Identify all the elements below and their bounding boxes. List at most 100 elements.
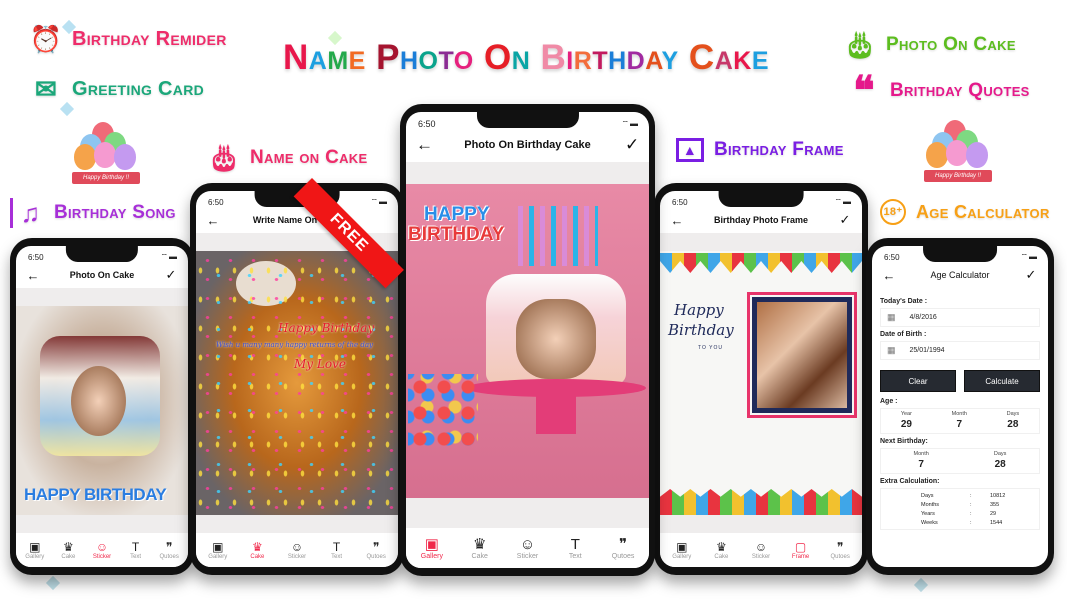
phone-notch: [65, 246, 139, 262]
feature-birthday-quotes: ❝ Brithday Quotes: [848, 69, 1030, 113]
tab-text[interactable]: T Text: [563, 537, 587, 560]
age-label: Age :: [880, 398, 898, 405]
sticker-icon: ☺: [95, 539, 109, 554]
extra-separator: :: [970, 519, 972, 526]
tab-gallery[interactable]: ▣ Gallery: [670, 541, 694, 560]
tab-qutoes[interactable]: ❞ Qutoes: [157, 541, 181, 560]
check-icon[interactable]: ✓: [1024, 267, 1038, 283]
tab-sticker[interactable]: ☺ Sticker: [285, 541, 309, 560]
extra-calculation-label: Extra Calculation:: [880, 478, 940, 485]
bottom-toolbar: ▣ Gallery ♛ Cake ☺ Sticker ▢ Frame ❞ Qutoes: [660, 533, 862, 567]
gallery-icon: ▣: [676, 539, 688, 554]
balloon-badge: Happy Birthday !!: [66, 118, 146, 188]
check-icon[interactable]: ✓: [164, 267, 178, 283]
screen-title: Photo On Cake: [69, 270, 135, 280]
dob-field[interactable]: ▦ 25/01/1994: [880, 341, 1040, 360]
promo-banner: Name Photo On Birthday Cake ⏰ Birthday R…: [0, 0, 1067, 600]
dob-label: Date of Birth :: [880, 331, 927, 338]
tab-label: Sticker: [516, 552, 539, 560]
phone-photo-on-cake: 6:50 ⌔▬ ← Photo On Cake ✓ HAPPY BIRTHDAY …: [10, 238, 194, 575]
canvas-text: HAPPY BIRTHDAY: [24, 485, 167, 504]
feature-age-calculator: 18⁺ Age Calculator: [880, 199, 1050, 225]
todays-date-field[interactable]: ▦ 4/8/2016: [880, 308, 1040, 327]
title-word: Cake: [688, 38, 769, 77]
frame-text: Birthday: [668, 321, 734, 339]
decor-diamond: [59, 101, 75, 117]
extra-value: 10812: [990, 492, 1006, 499]
feature-greeting-card: ✉ Greeting Card: [30, 74, 204, 104]
tab-label: Cake: [714, 553, 729, 560]
extra-separator: :: [970, 510, 972, 517]
tab-sticker[interactable]: ☺ Sticker: [90, 541, 114, 560]
extra-calculation-row: Weeks: 1544: [881, 518, 1039, 527]
tab-sticker[interactable]: ☺ Sticker: [515, 537, 539, 560]
check-icon[interactable]: ✓: [838, 212, 852, 228]
next-month-label: Month: [913, 451, 929, 457]
extra-key: Weeks: [921, 519, 938, 526]
tab-label: Sticker: [287, 553, 307, 560]
clear-button[interactable]: Clear: [880, 370, 956, 392]
cake-text-line: Happy Birthday: [278, 321, 375, 335]
sticker-icon: ☺: [519, 535, 536, 553]
back-arrow-icon[interactable]: ←: [206, 213, 220, 228]
tab-label: Sticker: [92, 553, 112, 560]
tab-cake[interactable]: ♛ Cake: [709, 541, 733, 560]
tab-qutoes[interactable]: ❞ Qutoes: [611, 537, 635, 560]
tab-label: Text: [130, 553, 142, 560]
frame-icon: ▢: [794, 539, 807, 554]
phone-notch: [476, 112, 579, 128]
cake-text-line: My Love: [294, 357, 346, 371]
extra-calculation-table: Days: 10812 Months: 355 Years: 29 Weeks: 1544: [880, 488, 1040, 530]
tab-cake[interactable]: ♛ Cake: [468, 537, 492, 560]
tab-text[interactable]: T Text: [325, 541, 349, 560]
tab-sticker[interactable]: ☺ Sticker: [749, 541, 773, 560]
cake-icon: ♛: [716, 539, 727, 554]
tab-label: Cake: [250, 553, 265, 560]
editor-canvas[interactable]: HAPPY BIRTHDAY: [16, 288, 188, 533]
page-title: Name Photo On Birthday Cake: [283, 38, 769, 78]
title-word: On: [483, 38, 531, 77]
tab-gallery[interactable]: ▣ Gallery: [420, 537, 444, 560]
age-18-plus-icon: 18⁺: [880, 199, 906, 225]
tab-qutoes[interactable]: ❞ Qutoes: [364, 541, 388, 560]
tab-gallery[interactable]: ▣ Gallery: [206, 541, 230, 560]
tab-cake[interactable]: ♛ Cake: [56, 541, 80, 560]
check-icon[interactable]: ✓: [625, 135, 639, 155]
back-arrow-icon[interactable]: ←: [416, 135, 433, 155]
phone-notch: [923, 246, 997, 262]
tab-label: Text: [568, 552, 582, 560]
tab-label: Qutoes: [611, 552, 635, 560]
qutoes-icon: ❞: [165, 539, 173, 554]
tab-text[interactable]: T Text: [124, 541, 148, 560]
editor-canvas[interactable]: Happy Birthday Wish u many many happy re…: [196, 233, 398, 533]
age-result: Year 29 Month 7 Days 28: [880, 408, 1040, 434]
extra-calculation-row: Months: 355: [881, 500, 1039, 509]
qutoes-icon: ❞: [372, 539, 380, 554]
feature-label: Greeting Card: [72, 77, 205, 100]
cake-icon: ♛: [472, 535, 487, 553]
canvas-text: BIRTHDAY: [408, 224, 505, 245]
quote-icon: ❝: [853, 69, 875, 113]
tab-gallery[interactable]: ▣ Gallery: [23, 541, 47, 560]
next-month-value: 7: [918, 459, 924, 470]
tab-cake[interactable]: ♛ Cake: [245, 541, 269, 560]
tab-label: Gallery: [672, 553, 692, 560]
tab-label: Text: [331, 553, 343, 560]
editor-canvas[interactable]: Happy Birthday TO YOU: [660, 233, 862, 533]
greeting-card-icon: ✉: [34, 74, 58, 104]
title-word: Photo: [376, 38, 474, 77]
cake-icon: ♛: [252, 539, 263, 554]
tab-label: Cake: [471, 552, 488, 560]
extra-key: Months: [921, 501, 940, 508]
calculate-button[interactable]: Calculate: [964, 370, 1040, 392]
status-time: 6:50: [884, 252, 900, 262]
wifi-battery-icon: ⌔▬: [370, 197, 388, 206]
tab-label: Qutoes: [366, 553, 386, 560]
tab-qutoes[interactable]: ❞ Qutoes: [828, 541, 852, 560]
back-arrow-icon[interactable]: ←: [26, 268, 40, 283]
back-arrow-icon[interactable]: ←: [882, 268, 896, 283]
calendar-icon: ▦: [887, 345, 896, 355]
tab-frame[interactable]: ▢ Frame: [789, 541, 813, 560]
back-arrow-icon[interactable]: ←: [670, 213, 684, 228]
editor-canvas[interactable]: HAPPY BIRTHDAY: [406, 162, 649, 528]
